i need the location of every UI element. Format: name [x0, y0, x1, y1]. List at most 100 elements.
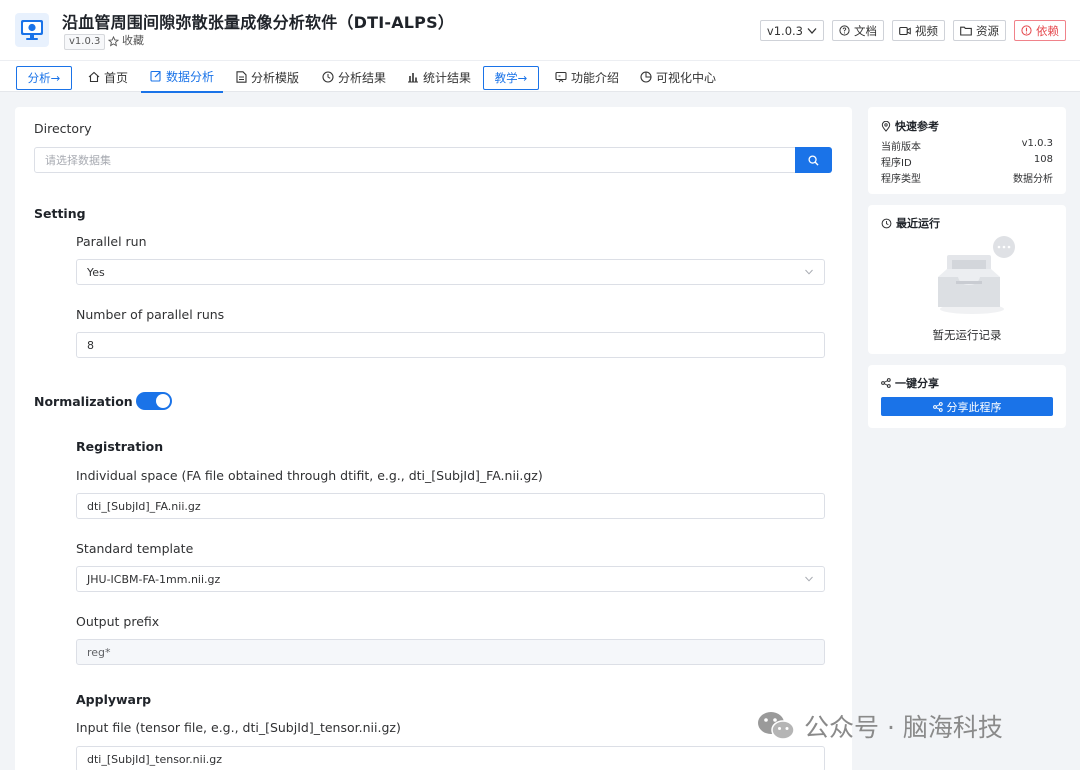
- quick-ref-key: 程序类型: [881, 174, 921, 185]
- input-file-input[interactable]: dti_[SubjId]_tensor.nii.gz: [76, 746, 825, 770]
- quick-ref-row-version: 当前版本 v1.0.3: [881, 138, 1053, 153]
- nav-label-stats: 统计结果: [423, 70, 472, 85]
- analysis-nav-button[interactable]: 分析→: [16, 66, 72, 90]
- app-title: 沿血管周围间隙弥散张量成像分析软件（DTI-ALPS）: [62, 13, 455, 32]
- edit-icon: [150, 70, 161, 82]
- deps-button[interactable]: 依赖: [1014, 20, 1066, 41]
- nav-label-viz: 可视化中心: [656, 70, 717, 85]
- standard-template-select[interactable]: JHU-ICBM-FA-1mm.nii.gz: [76, 566, 825, 592]
- folder-icon: [960, 26, 972, 36]
- individual-space-label: Individual space (FA file obtained throu…: [76, 468, 543, 483]
- nav-label-results: 分析结果: [338, 70, 387, 85]
- watermark-text: 公众号 · 脑海科技: [804, 713, 1003, 742]
- version-tag: v1.0.3: [64, 34, 106, 50]
- output-prefix-input[interactable]: reg*: [76, 639, 825, 665]
- directory-input[interactable]: 请选择数据集: [34, 147, 796, 173]
- registration-section-title: Registration: [76, 439, 164, 454]
- docs-button[interactable]: 文档: [832, 20, 884, 41]
- quick-ref-row-program-id: 程序ID 108: [881, 154, 1053, 169]
- deps-label: 依赖: [1036, 23, 1059, 38]
- video-icon: [899, 26, 911, 35]
- quick-reference-card: 快速参考 当前版本 v1.0.3 程序ID 108 程序类型 数据分析: [868, 107, 1066, 194]
- nav-item-stats[interactable]: 统计结果: [407, 61, 471, 93]
- quick-ref-value: v1.0.3: [1021, 138, 1053, 149]
- version-select[interactable]: v1.0.3: [759, 20, 824, 41]
- presentation-icon: [555, 71, 567, 83]
- quick-ref-value: 108: [1033, 154, 1053, 165]
- pie-chart-icon: [640, 71, 652, 83]
- home-icon: [88, 71, 100, 83]
- directory-label: Directory: [34, 121, 92, 136]
- nav-label-template: 分析模版: [251, 70, 300, 85]
- recent-runs-card: 最近运行 暂无运行记录: [868, 205, 1066, 354]
- chevron-down-icon: [805, 269, 813, 275]
- favorite-label: 收藏: [122, 34, 144, 47]
- location-pin-icon: [881, 120, 891, 132]
- chevron-down-icon: [807, 27, 817, 34]
- clock-icon: [322, 71, 334, 83]
- standard-template-label: Standard template: [76, 541, 194, 556]
- nav-label-home: 首页: [104, 70, 129, 85]
- favorite-button[interactable]: 收藏: [108, 34, 144, 48]
- directory-search-button[interactable]: [795, 147, 832, 173]
- quick-ref-key: 当前版本: [881, 142, 921, 153]
- nav-label-intro: 功能介绍: [571, 70, 620, 85]
- nav-item-results[interactable]: 分析结果: [322, 61, 386, 93]
- num-parallel-label: Number of parallel runs: [76, 307, 225, 322]
- version-select-value: v1.0.3: [766, 23, 803, 38]
- quick-reference-title-text: 快速参考: [895, 120, 939, 133]
- standard-template-value: JHU-ICBM-FA-1mm.nii.gz: [87, 572, 221, 586]
- quick-ref-key: 程序ID: [881, 158, 912, 169]
- applywarp-section-title: Applywarp: [76, 692, 152, 707]
- recent-runs-empty-text: 暂无运行记录: [932, 328, 1002, 342]
- main-nav: 分析→ 首页 数据分析 分析模版 分析结果 统计结果 教学→ 功能介绍 可视化中…: [0, 60, 1080, 93]
- analysis-form-card: Directory 请选择数据集 Setting Parallel run Ye…: [15, 107, 852, 770]
- bar-chart-icon: [408, 73, 418, 83]
- nav-item-intro[interactable]: 功能介绍: [555, 61, 619, 93]
- quick-ref-value: 数据分析: [1013, 174, 1053, 185]
- nav-item-viz[interactable]: 可视化中心: [640, 61, 716, 93]
- share-title: 一键分享: [881, 375, 939, 391]
- quick-ref-row-program-type: 程序类型 数据分析: [881, 170, 1053, 185]
- normalization-section-title: Normalization: [34, 394, 133, 409]
- share-icon: [932, 401, 943, 412]
- toggle-knob: [156, 394, 170, 408]
- history-icon: [881, 218, 892, 228]
- resources-button[interactable]: 资源: [953, 20, 1006, 41]
- normalization-toggle[interactable]: [136, 392, 172, 410]
- setting-section-title: Setting: [34, 206, 86, 221]
- share-icon: [881, 378, 891, 388]
- quick-reference-title: 快速参考: [881, 118, 939, 134]
- num-parallel-input[interactable]: 8: [76, 332, 825, 358]
- share-title-text: 一键分享: [895, 377, 939, 390]
- parallel-run-label: Parallel run: [76, 234, 147, 249]
- app-header: 沿血管周围间隙弥散张量成像分析软件（DTI-ALPS） v1.0.3 收藏 v1…: [0, 0, 1080, 60]
- parallel-run-value: Yes: [87, 265, 105, 279]
- nav-item-template[interactable]: 分析模版: [236, 61, 299, 93]
- input-file-label: Input file (tensor file, e.g., dti_[Subj…: [76, 720, 401, 735]
- alert-circle-icon: [1021, 25, 1032, 36]
- app-logo-icon: [15, 13, 49, 47]
- share-card: 一键分享 分享此程序: [868, 365, 1066, 428]
- chevron-down-icon: [805, 576, 813, 582]
- share-program-label: 分享此程序: [946, 400, 1002, 414]
- share-program-button[interactable]: 分享此程序: [881, 397, 1053, 416]
- nav-label-data-analysis: 数据分析: [166, 69, 215, 84]
- parallel-run-select[interactable]: Yes: [76, 259, 825, 285]
- nav-item-home[interactable]: 首页: [88, 61, 128, 93]
- recent-runs-title: 最近运行: [881, 215, 940, 231]
- output-prefix-label: Output prefix: [76, 614, 160, 629]
- search-icon: [808, 154, 819, 166]
- question-circle-icon: [839, 25, 850, 36]
- star-icon: [108, 35, 119, 46]
- resources-label: 资源: [976, 23, 999, 38]
- video-button[interactable]: 视频: [892, 20, 945, 41]
- individual-space-input[interactable]: dti_[SubjId]_FA.nii.gz: [76, 493, 825, 519]
- watermark: 公众号 · 脑海科技: [756, 708, 1003, 744]
- nav-item-data-analysis[interactable]: 数据分析: [141, 61, 224, 93]
- docs-label: 文档: [854, 23, 877, 38]
- recent-runs-title-text: 最近运行: [896, 217, 940, 230]
- empty-inbox-icon: [938, 236, 1015, 314]
- document-icon: [236, 71, 247, 83]
- teaching-nav-button[interactable]: 教学→: [483, 66, 539, 90]
